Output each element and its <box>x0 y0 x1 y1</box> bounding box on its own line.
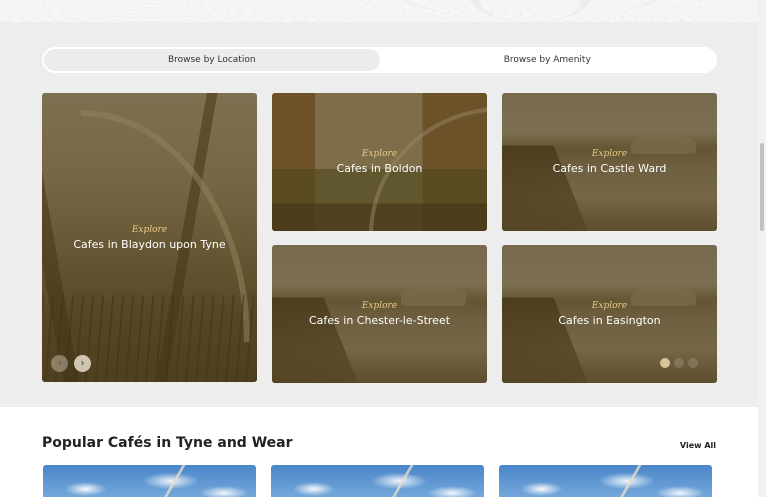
carousel-dot[interactable] <box>660 358 670 368</box>
card-title: Cafes in Easington <box>558 314 661 327</box>
card-caption: Explore Cafes in Boldon <box>272 149 487 175</box>
page-scrollbar[interactable] <box>758 0 766 497</box>
card-title: Cafes in Blaydon upon Tyne <box>73 237 226 251</box>
card-title: Cafes in Boldon <box>336 162 423 175</box>
card-caption: Explore Cafes in Chester-le-Street <box>272 301 487 327</box>
tab-browse-by-location[interactable]: Browse by Location <box>44 49 380 71</box>
explore-label: Explore <box>591 149 628 159</box>
chevron-left-icon: ‹ <box>57 358 62 369</box>
card-caption: Explore Cafes in Blaydon upon Tyne <box>42 225 257 251</box>
location-card-chester-le-street[interactable]: Explore Cafes in Chester-le-Street <box>272 245 487 383</box>
popular-cafe-card[interactable] <box>271 465 484 497</box>
explore-label: Explore <box>361 301 398 311</box>
carousel-next-button[interactable]: › <box>74 355 91 372</box>
tab-browse-by-amenity[interactable]: Browse by Amenity <box>380 49 716 71</box>
view-all-link[interactable]: View All <box>680 441 716 450</box>
location-card-blaydon[interactable]: Explore Cafes in Blaydon upon Tyne ‹ › <box>42 93 257 382</box>
location-card-boldon[interactable]: Explore Cafes in Boldon <box>272 93 487 231</box>
decorative-header-strip <box>0 0 758 22</box>
carousel-dots <box>660 358 698 368</box>
carousel-dot[interactable] <box>674 358 684 368</box>
card-caption: Explore Cafes in Castle Ward <box>502 149 717 175</box>
carousel-dot[interactable] <box>688 358 698 368</box>
explore-label: Explore <box>591 301 628 311</box>
carousel-prev-button[interactable]: ‹ <box>51 355 68 372</box>
popular-section-title: Popular Cafés in Tyne and Wear <box>42 435 293 451</box>
explore-label: Explore <box>131 224 168 235</box>
scrollbar-thumb[interactable] <box>760 143 764 231</box>
chevron-right-icon: › <box>80 358 85 369</box>
card-title: Cafes in Chester-le-Street <box>308 314 451 327</box>
card-title: Cafes in Castle Ward <box>552 162 667 175</box>
popular-cafe-card[interactable] <box>499 465 712 497</box>
popular-cafe-card[interactable] <box>43 465 256 497</box>
location-card-castle-ward[interactable]: Explore Cafes in Castle Ward <box>502 93 717 231</box>
browse-tabs: Browse by Location Browse by Amenity <box>42 47 717 73</box>
explore-label: Explore <box>361 149 398 159</box>
card-caption: Explore Cafes in Easington <box>502 301 717 327</box>
